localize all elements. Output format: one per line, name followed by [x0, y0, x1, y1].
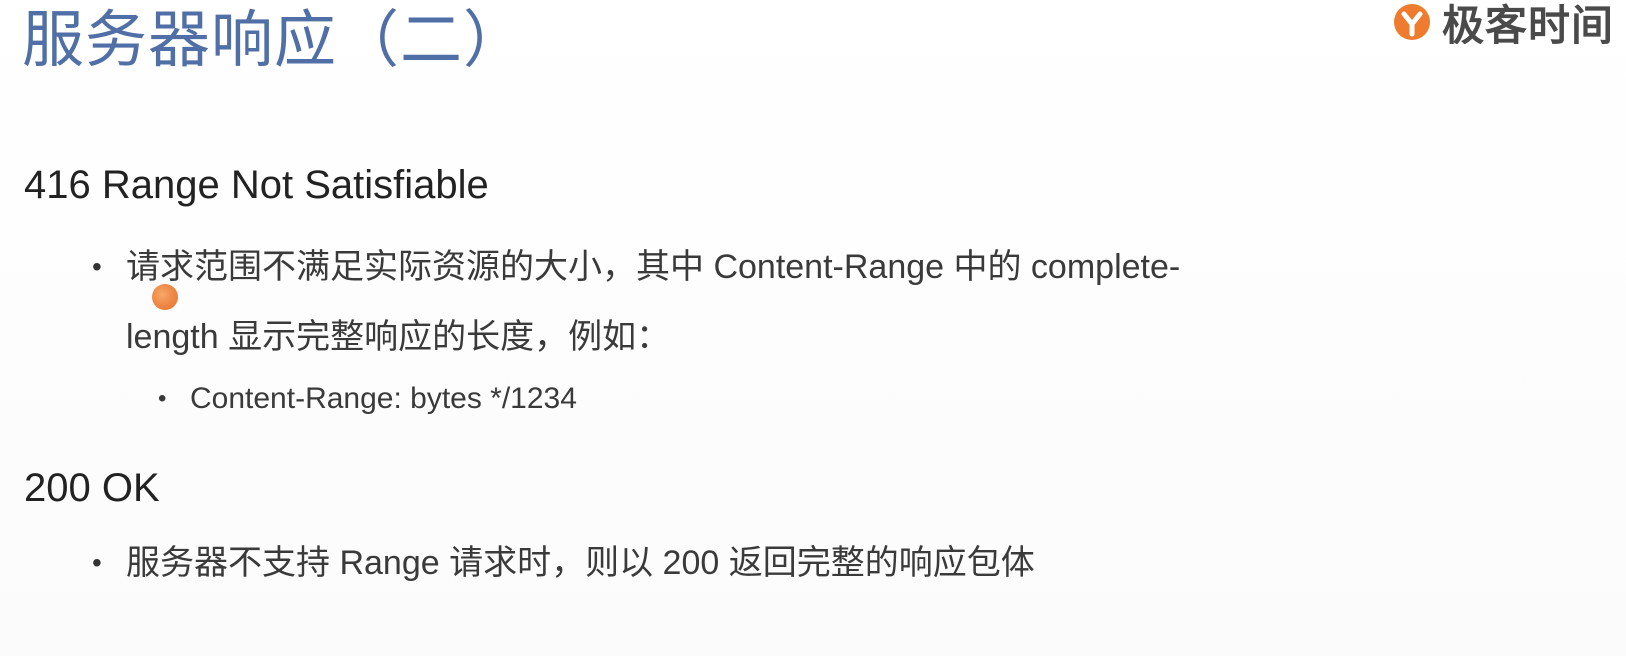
- slide: 服务器响应（二） 极客时间 416 Range Not Satisfiable …: [0, 0, 1626, 656]
- bullet-icon: •: [92, 251, 102, 282]
- bullet-text-line-2: length 显示完整响应的长度，例如：: [126, 318, 671, 356]
- slide-title: 服务器响应（二）: [22, 6, 527, 75]
- geektime-logo-icon: [1394, 4, 1430, 40]
- sub-bullet-text: Content-Range: bytes */1234: [190, 382, 577, 415]
- pointer-cursor-icon: [152, 284, 178, 310]
- brand-logo: 极客时间: [1390, 0, 1626, 44]
- list-item: • 请求范围不满足实际资源的大小，其中 Content-Range 中的 com…: [92, 232, 1296, 372]
- sub-bullet-icon: •: [158, 385, 167, 412]
- brand-name: 极客时间: [1442, 1, 1615, 45]
- bullet-icon: •: [92, 547, 102, 578]
- section-heading-200: 200 OK: [24, 466, 160, 510]
- list-item: • 服务器不支持 Range 请求时，则以 200 返回完整的响应包体: [92, 528, 1035, 598]
- sub-list-item: • Content-Range: bytes */1234: [158, 376, 577, 422]
- bullet-text-line-1: 请求范围不满足实际资源的大小，其中 Content-Range 中的 compl…: [126, 248, 1181, 286]
- section-heading-416: 416 Range Not Satisfiable: [24, 163, 489, 207]
- bullet-text: 服务器不支持 Range 请求时，则以 200 返回完整的响应包体: [126, 544, 1035, 582]
